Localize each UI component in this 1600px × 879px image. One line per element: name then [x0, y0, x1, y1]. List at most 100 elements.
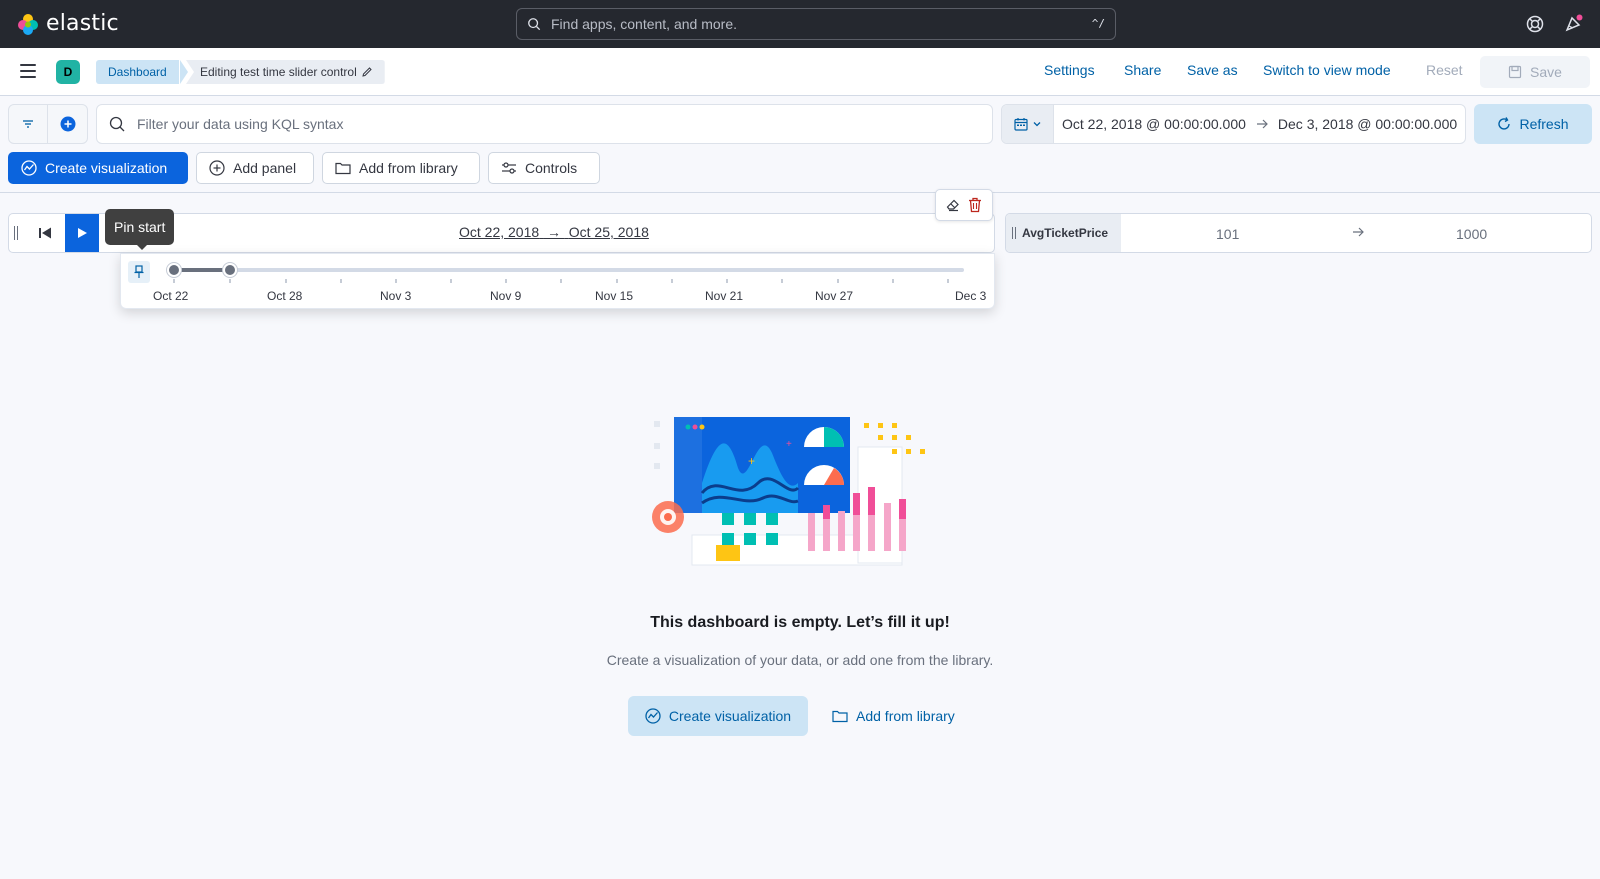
space-avatar[interactable]: D	[56, 60, 80, 84]
create-visualization-label: Create visualization	[45, 160, 168, 176]
range-min-value[interactable]: 101	[1216, 226, 1239, 242]
calendar-icon	[1013, 118, 1028, 131]
step-backward-icon	[39, 227, 51, 239]
refresh-label: Refresh	[1519, 116, 1569, 132]
time-slider-end-thumb[interactable]	[223, 263, 237, 277]
empty-create-visualization-button[interactable]: Create visualization	[628, 696, 808, 736]
add-filter-button[interactable]	[48, 105, 87, 143]
refresh-button[interactable]: Refresh	[1474, 104, 1592, 144]
tick-label: Nov 3	[380, 289, 412, 303]
empty-state-subtitle: Create a visualization of your data, or …	[606, 652, 994, 668]
tick-mark	[781, 279, 783, 283]
time-slider-range-start: Oct 22, 2018	[459, 224, 540, 240]
filter-controls	[8, 104, 88, 144]
elastic-logo[interactable]: elastic	[16, 11, 119, 36]
search-shortcut: ^/	[1091, 17, 1105, 30]
time-slider-popover: Oct 22 Oct 28 Nov 3 Nov 9 Nov 15 Nov 21 …	[120, 253, 995, 309]
controls-icon	[502, 162, 516, 174]
news-feed-icon[interactable]	[1563, 14, 1583, 34]
tick-label: Nov 21	[705, 289, 744, 303]
play-button[interactable]	[65, 214, 99, 252]
drag-handle-icon[interactable]	[1012, 227, 1016, 239]
tick-label: Oct 28	[267, 289, 303, 303]
search-placeholder: Find apps, content, and more.	[551, 16, 737, 32]
eraser-icon[interactable]	[946, 198, 960, 212]
controls-label: Controls	[525, 160, 578, 176]
add-from-library-button[interactable]: Add from library	[322, 152, 480, 184]
range-slider-control[interactable]: AvgTicketPrice 101 1000	[1005, 213, 1592, 253]
tick-label: Nov 27	[815, 289, 854, 303]
settings-button[interactable]: Settings	[1044, 62, 1095, 78]
tick-label: Dec 3	[955, 289, 987, 303]
save-icon	[1508, 65, 1522, 79]
panel-hover-actions	[935, 189, 993, 221]
date-picker: Oct 22, 2018 @ 00:00:00.000 Dec 3, 2018 …	[1001, 104, 1466, 144]
search-icon	[109, 116, 125, 132]
previous-button[interactable]	[27, 214, 63, 252]
switch-to-view-mode-button[interactable]: Switch to view mode	[1263, 62, 1391, 78]
tick-label: Nov 15	[595, 289, 634, 303]
breadcrumb-current[interactable]: Editing test time slider control	[186, 60, 385, 84]
time-slider-range[interactable]: Oct 22, 2018 → Oct 25, 2018	[459, 224, 649, 240]
tick-label: Nov 9	[490, 289, 522, 303]
trash-icon[interactable]	[968, 197, 982, 213]
empty-dashboard-illustration: + +	[652, 417, 925, 566]
plus-circle-icon	[209, 160, 225, 176]
share-button[interactable]: Share	[1124, 62, 1161, 78]
search-icon	[528, 18, 541, 31]
tick-mark	[450, 279, 452, 283]
tick-mark	[340, 279, 342, 283]
add-from-library-label: Add from library	[359, 160, 458, 176]
date-start[interactable]: Oct 22, 2018 @ 00:00:00.000	[1062, 116, 1246, 132]
svg-text:+: +	[748, 454, 755, 468]
drag-handle-icon[interactable]	[14, 226, 22, 240]
global-header: elastic Find apps, content, and more. ^/	[0, 0, 1600, 48]
filter-menu-button[interactable]	[9, 105, 49, 143]
date-end[interactable]: Dec 3, 2018 @ 00:00:00.000	[1278, 116, 1457, 132]
visualize-icon	[21, 160, 37, 176]
menu-icon[interactable]	[20, 64, 36, 78]
tick-mark	[505, 279, 507, 283]
plus-circle-icon	[60, 116, 75, 132]
tick-mark	[285, 279, 287, 283]
kql-placeholder: Filter your data using KQL syntax	[137, 116, 344, 132]
quick-select-button[interactable]	[1002, 105, 1054, 143]
add-panel-button[interactable]: Add panel	[196, 152, 314, 184]
refresh-icon	[1498, 117, 1511, 130]
chevron-down-icon	[1033, 122, 1040, 127]
empty-add-from-library-button[interactable]: Add from library	[832, 696, 955, 736]
save-button[interactable]: Save	[1480, 56, 1590, 88]
add-panel-label: Add panel	[233, 160, 297, 176]
range-max-value[interactable]: 1000	[1456, 226, 1487, 242]
play-icon	[78, 228, 87, 238]
pin-start-button[interactable]	[128, 261, 150, 283]
global-search-input[interactable]: Find apps, content, and more. ^/	[516, 8, 1116, 40]
pin-start-tooltip: Pin start	[105, 209, 175, 245]
pin-icon	[134, 265, 144, 278]
folder-icon	[335, 162, 351, 175]
time-slider-track[interactable]	[174, 268, 964, 272]
save-as-button[interactable]: Save as	[1187, 62, 1238, 78]
tick-mark	[671, 279, 673, 283]
help-icon[interactable]	[1525, 14, 1545, 34]
create-visualization-button[interactable]: Create visualization	[8, 152, 188, 184]
range-arrow: →	[543, 224, 565, 240]
reset-button[interactable]: Reset	[1426, 62, 1463, 78]
controls-button[interactable]: Controls	[488, 152, 600, 184]
filter-icon	[23, 120, 33, 128]
time-slider-range-end: Oct 25, 2018	[568, 224, 649, 240]
time-slider-start-thumb[interactable]	[167, 263, 181, 277]
svg-text:+: +	[786, 439, 792, 450]
tick-mark	[947, 279, 949, 283]
tick-mark	[726, 279, 728, 283]
tick-mark	[837, 279, 839, 283]
range-control-field-name: AvgTicketPrice	[1022, 226, 1109, 240]
arrow-right-icon	[1256, 119, 1268, 129]
tick-mark	[173, 279, 175, 283]
kql-search-input[interactable]: Filter your data using KQL syntax	[96, 104, 993, 144]
tick-mark	[229, 279, 231, 283]
breadcrumb-dashboard[interactable]: Dashboard	[96, 60, 179, 84]
range-control-label: AvgTicketPrice	[1006, 214, 1121, 252]
breadcrumb-current-label: Editing test time slider control	[200, 65, 357, 79]
empty-add-from-library-label: Add from library	[856, 708, 955, 724]
